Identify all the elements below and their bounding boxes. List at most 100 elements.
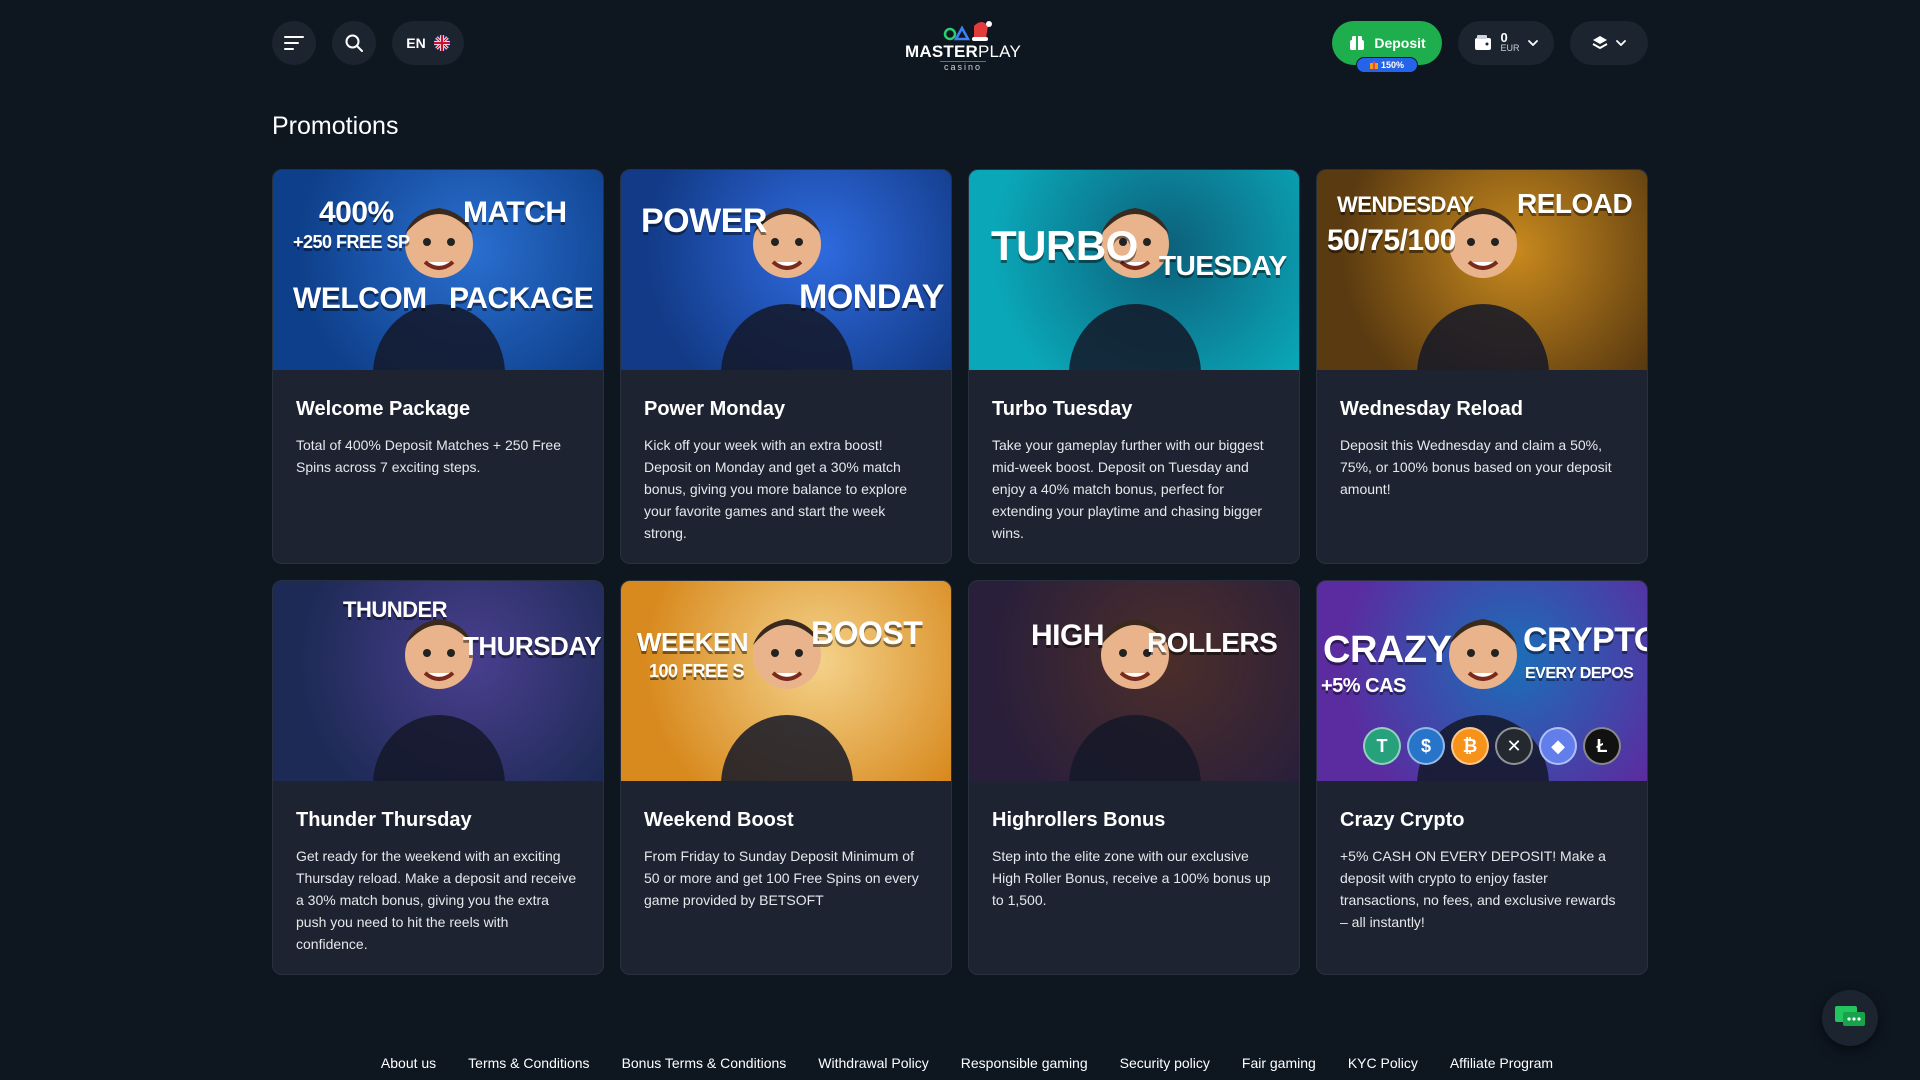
language-selector[interactable]: EN — [392, 21, 464, 65]
uk-flag-icon — [433, 35, 450, 51]
promotion-title[interactable]: Welcome Package — [296, 398, 580, 421]
account-menu-button[interactable] — [1570, 21, 1648, 65]
banner-text: TURBO — [991, 222, 1138, 269]
promotion-card[interactable]: 400% MATCH +250 FREE SP WELCOM PACKAGE Welcom… — [272, 169, 604, 564]
promotion-banner-image[interactable]: 400% MATCH +250 FREE SP WELCOM PACKAGE — [273, 170, 603, 370]
promotion-banner-image[interactable]: TURBO TUESDAY — [969, 170, 1299, 370]
promotion-card[interactable]: HIGH ROLLERS Highrollers Bonus Step into th… — [968, 580, 1300, 975]
promotions-grid: 400% MATCH +250 FREE SP WELCOM PACKAGE Welcom… — [272, 169, 1648, 975]
usdc-icon: $ — [1407, 727, 1445, 765]
banner-text: POWER — [641, 202, 767, 240]
user-layers-icon — [1592, 36, 1608, 50]
banner-text: WEEKEN — [637, 627, 749, 657]
hamburger-menu-icon — [284, 36, 304, 50]
balance-value: 0 — [1500, 30, 1508, 45]
wallet-amount: 0 EUR — [1500, 30, 1520, 54]
wallet-balance-button[interactable]: 0 EUR — [1458, 21, 1554, 65]
footer-link[interactable]: Bonus Terms & Conditions — [622, 1055, 787, 1071]
promotion-card-body: Welcome Package Total of 400% Deposit Mat… — [273, 370, 603, 478]
promotion-description: +5% CASH ON EVERY DEPOSIT! Make a deposi… — [1340, 848, 1616, 930]
promotion-title[interactable]: Weekend Boost — [644, 809, 928, 832]
deposit-bonus-badge: 150% — [1356, 57, 1418, 73]
promotion-description: Step into the elite zone with our exclus… — [992, 848, 1271, 908]
promotion-card[interactable]: WENDESDAY RELOAD 50/75/100 Wednesday Reload… — [1316, 169, 1648, 564]
promotion-description: From Friday to Sunday Deposit Minimum of… — [644, 848, 919, 908]
promotion-title[interactable]: Power Monday — [644, 398, 928, 421]
banner-text: TUESDAY — [1159, 250, 1287, 281]
banner-text: WELCOM — [293, 282, 427, 315]
wallet-icon — [1475, 35, 1492, 50]
promotion-card-body: Highrollers Bonus Step into the elite zon… — [969, 781, 1299, 911]
promotion-banner-image[interactable]: WENDESDAY RELOAD 50/75/100 — [1317, 170, 1647, 370]
promotion-description: Kick off your week with an extra boost! … — [644, 437, 908, 541]
chevron-down-icon — [1616, 40, 1626, 46]
banner-text: MATCH — [463, 196, 567, 229]
banner-text: +5% CAS — [1321, 675, 1406, 697]
footer-link[interactable]: KYC Policy — [1348, 1055, 1418, 1071]
footer-link[interactable]: Fair gaming — [1242, 1055, 1316, 1071]
promotion-banner-image[interactable]: CRAZY CRYPTO +5% CAS EVERY DEPOS T $ ₿ ✕ ◆ Ł — [1317, 581, 1647, 781]
logo-mark-icon — [943, 21, 992, 41]
gift-icon — [1369, 61, 1378, 69]
promotion-card[interactable]: POWER MONDAY Power Monday Kick off your wee… — [620, 169, 952, 564]
deposit-label: Deposit — [1374, 35, 1426, 51]
banner-text: 100 FREE S — [649, 661, 745, 681]
promotion-card[interactable]: CRAZY CRYPTO +5% CAS EVERY DEPOS T $ ₿ ✕ ◆ Ł Crazy… — [1316, 580, 1648, 975]
banner-text: 50/75/100 — [1327, 224, 1456, 257]
balance-currency: EUR — [1500, 43, 1520, 53]
promotion-description: Take your gameplay further with our bigg… — [992, 437, 1264, 541]
banner-text: ROLLERS — [1147, 627, 1278, 658]
xrp-icon: ✕ — [1495, 727, 1533, 765]
litecoin-icon: Ł — [1583, 727, 1621, 765]
footer-links: About us Terms & Conditions Bonus Terms & … — [0, 1055, 1920, 1071]
logo-subtitle: casino — [939, 61, 986, 72]
logo-brand-light: PLAY — [977, 42, 1021, 61]
promotion-card[interactable]: TURBO TUESDAY Turbo Tuesday Take your gamep… — [968, 169, 1300, 564]
footer-link[interactable]: Security policy — [1120, 1055, 1210, 1071]
promotion-title[interactable]: Turbo Tuesday — [992, 398, 1276, 421]
promotion-title[interactable]: Thunder Thursday — [296, 809, 580, 832]
bitcoin-icon: ₿ — [1451, 727, 1489, 765]
page-title: Promotions — [272, 112, 399, 140]
promotion-banner-image[interactable]: HIGH ROLLERS — [969, 581, 1299, 781]
footer-link[interactable]: Affiliate Program — [1450, 1055, 1553, 1071]
banner-text: 400% — [319, 196, 394, 229]
footer-link[interactable]: Responsible gaming — [961, 1055, 1088, 1071]
promotion-description: Deposit this Wednesday and claim a 50%, … — [1340, 437, 1612, 497]
banner-text: RELOAD — [1517, 188, 1633, 219]
menu-button[interactable] — [272, 21, 316, 65]
tether-icon: T — [1363, 727, 1401, 765]
promotion-card[interactable]: THUNDER THURSDAY Thunder Thursday Get ready… — [272, 580, 604, 975]
footer-link[interactable]: Withdrawal Policy — [818, 1055, 928, 1071]
promotion-card-body: Thunder Thursday Get ready for the weeken… — [273, 781, 603, 955]
promotion-title[interactable]: Highrollers Bonus — [992, 809, 1276, 832]
promotion-description: Total of 400% Deposit Matches + 250 Free… — [296, 437, 561, 475]
banner-text: CRAZY — [1323, 629, 1452, 671]
promotion-title[interactable]: Crazy Crypto — [1340, 809, 1624, 832]
promotion-banner-image[interactable]: THUNDER THURSDAY — [273, 581, 603, 781]
live-chat-button[interactable] — [1822, 990, 1878, 1046]
banner-text: WENDESDAY — [1337, 192, 1474, 217]
logo-brand-bold: MASTER — [905, 42, 978, 61]
chat-bubble-icon — [1835, 1006, 1865, 1026]
site-logo[interactable]: MASTERPLAY casino — [905, 16, 1021, 72]
promotion-card-body: Weekend Boost From Friday to Sunday Depos… — [621, 781, 951, 911]
promotion-title[interactable]: Wednesday Reload — [1340, 398, 1624, 421]
promotion-card-body: Wednesday Reload Deposit this Wednesday a… — [1317, 370, 1647, 500]
search-button[interactable] — [332, 21, 376, 65]
banner-text: BOOST — [811, 615, 923, 651]
banner-text: THUNDER — [343, 597, 448, 622]
promotion-banner-image[interactable]: WEEKEN BOOST 100 FREE S — [621, 581, 951, 781]
promotion-card-body: Power Monday Kick off your week with an e… — [621, 370, 951, 544]
banner-text: MONDAY — [799, 278, 945, 316]
ethereum-icon: ◆ — [1539, 727, 1577, 765]
promotion-card[interactable]: WEEKEN BOOST 100 FREE S Weekend Boost From F… — [620, 580, 952, 975]
promotion-description: Get ready for the weekend with an exciti… — [296, 848, 577, 952]
chevron-down-icon — [1527, 40, 1538, 46]
footer-link[interactable]: Terms & Conditions — [468, 1055, 589, 1071]
footer-link[interactable]: About us — [381, 1055, 436, 1071]
promotion-banner-image[interactable]: POWER MONDAY — [621, 170, 951, 370]
banner-text: PACKAGE — [449, 282, 594, 315]
crypto-coins-row: T $ ₿ ✕ ◆ Ł — [1363, 727, 1621, 765]
gift-wallet-icon — [1350, 36, 1365, 50]
